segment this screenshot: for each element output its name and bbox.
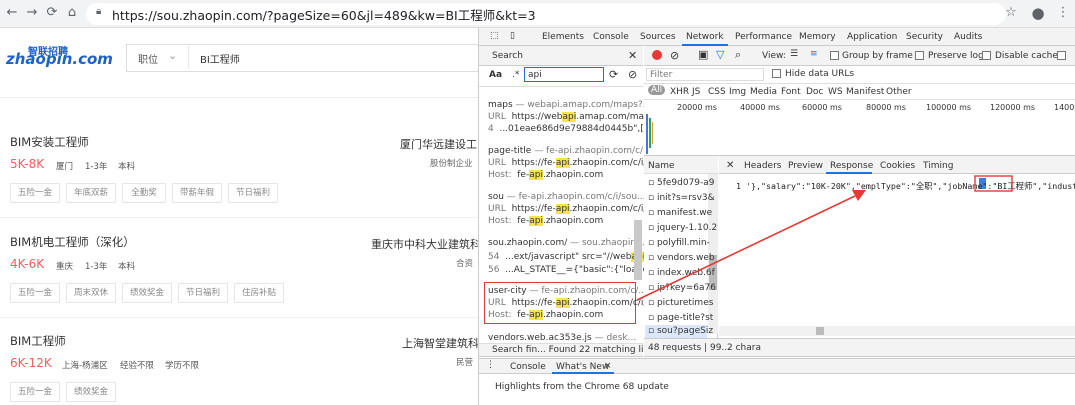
annotation-arrow	[636, 175, 1013, 301]
